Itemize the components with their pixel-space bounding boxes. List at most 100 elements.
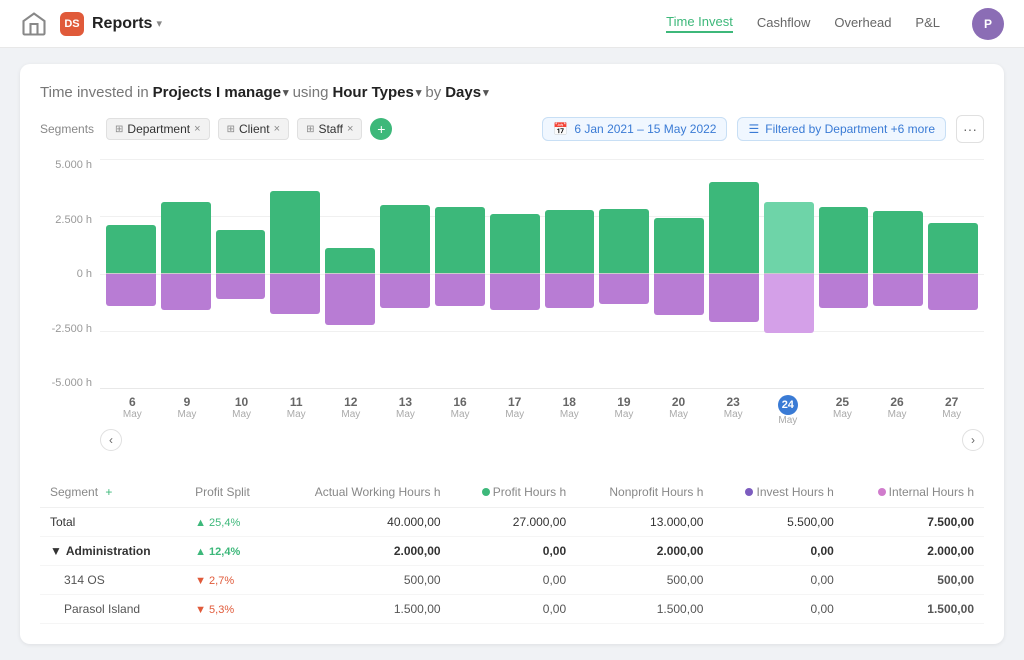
title-chevron-icon: ▾ [156, 17, 162, 30]
date-range-badge[interactable]: 📅 6 Jan 2021 – 15 May 2022 [542, 117, 727, 141]
th-profit-split: Profit Split [185, 477, 275, 508]
td-nonprofit-h: 500,00 [576, 566, 713, 595]
filters-row: Segments ⊞ Department × ⊞ Client × ⊞ Sta… [40, 115, 984, 143]
td-nonprofit-h: 13.000,00 [576, 508, 713, 537]
td-invest-h: 0,00 [713, 537, 843, 566]
prev-arrow-button[interactable]: ‹ [100, 429, 122, 451]
x-label-12: 12May [327, 395, 376, 420]
neg-bar-24 [764, 274, 814, 333]
projects-chevron-icon: ▾ [283, 86, 289, 99]
th-actual-hours: Actual Working Hours h [275, 477, 451, 508]
pos-bar-13 [380, 205, 430, 273]
td-internal-h: 2.000,00 [844, 537, 984, 566]
projects-label: Projects I manage [153, 84, 281, 101]
bar-group-12[interactable] [325, 159, 375, 388]
data-table: Segment + Profit Split Actual Working Ho… [40, 477, 984, 624]
y-label-0: 0 h [77, 268, 92, 280]
bar-group-23[interactable] [709, 159, 759, 388]
table-row: ▼Administration ▲ 12,4% 2.000,00 0,00 2.… [40, 537, 984, 566]
filter-chip-staff[interactable]: ⊞ Staff × [297, 118, 362, 140]
neg-bar-10 [216, 274, 266, 299]
neg-bar-25 [819, 274, 869, 308]
y-label-neg5000: -5.000 h [52, 377, 92, 389]
neg-bar-19 [599, 274, 649, 304]
bar-group-19[interactable] [599, 159, 649, 388]
neg-bar-13 [380, 274, 430, 308]
bar-group-20[interactable] [654, 159, 704, 388]
invest-hours-dot [745, 488, 753, 496]
x-label-17: 17May [490, 395, 539, 420]
table-row: 314 OS ▼ 2,7% 500,00 0,00 500,00 0,00 50… [40, 566, 984, 595]
pos-bar-6 [106, 225, 156, 273]
filter-chip-client[interactable]: ⊞ Client × [218, 118, 290, 140]
pos-bar-11 [270, 191, 320, 273]
department-close-icon[interactable]: × [194, 123, 200, 135]
td-segment: ▼Administration [40, 537, 185, 566]
pos-bar-26 [873, 211, 923, 273]
td-segment: Parasol Island [40, 595, 185, 624]
td-actual: 500,00 [275, 566, 451, 595]
pos-bar-27 [928, 223, 978, 273]
bar-group-25[interactable] [819, 159, 869, 388]
add-filter-button[interactable]: + [370, 118, 392, 140]
department-chip-label: Department [127, 122, 190, 136]
neg-bar-20 [654, 274, 704, 315]
x-label-19: 19May [600, 395, 649, 420]
td-invest-h: 0,00 [713, 595, 843, 624]
bar-group-13[interactable] [380, 159, 430, 388]
table-header-row: Segment + Profit Split Actual Working Ho… [40, 477, 984, 508]
table-body: Total ▲ 25,4% 40.000,00 27.000,00 13.000… [40, 508, 984, 624]
x-axis-labels: 6May9May10May11May12May13May16May17May18… [100, 389, 984, 429]
chart-area [100, 159, 984, 389]
page-title-row: Time invested in Projects I manage ▾ usi… [40, 84, 984, 101]
app-header: DS Reports ▾ Time Invest Cashflow Overhe… [0, 0, 1024, 48]
nav-time-invest[interactable]: Time Invest [666, 14, 733, 33]
bar-group-6[interactable] [106, 159, 156, 388]
bar-group-27[interactable] [928, 159, 978, 388]
nav-cashflow[interactable]: Cashflow [757, 15, 810, 32]
bar-group-10[interactable] [216, 159, 266, 388]
filter-chip-department[interactable]: ⊞ Department × [106, 118, 210, 140]
client-close-icon[interactable]: × [274, 123, 280, 135]
neg-bar-11 [270, 274, 320, 314]
internal-hours-dot [878, 488, 886, 496]
profit-hours-dot [482, 488, 490, 496]
filter-badge[interactable]: ☰ Filtered by Department +6 more [737, 117, 946, 141]
pos-bar-25 [819, 207, 869, 273]
bar-group-11[interactable] [270, 159, 320, 388]
avatar[interactable]: P [972, 8, 1004, 40]
pos-bar-23 [709, 182, 759, 273]
bar-group-17[interactable] [490, 159, 540, 388]
td-profit-split: ▲ 25,4% [185, 508, 275, 537]
td-profit-split: ▼ 2,7% [185, 566, 275, 595]
home-icon[interactable] [20, 10, 48, 38]
bar-group-26[interactable] [873, 159, 923, 388]
more-options-button[interactable]: ··· [956, 115, 984, 143]
bar-group-16[interactable] [435, 159, 485, 388]
days-dropdown[interactable]: Days ▾ [445, 84, 488, 101]
x-label-25: 25May [818, 395, 867, 420]
nav-overhead[interactable]: Overhead [834, 15, 891, 32]
th-invest-hours: Invest Hours h [713, 477, 843, 508]
hour-types-label: Hour Types [332, 84, 413, 101]
neg-bar-18 [545, 274, 595, 308]
bar-group-24[interactable] [764, 159, 814, 388]
table-row: Parasol Island ▼ 5,3% 1.500,00 0,00 1.50… [40, 595, 984, 624]
td-invest-h: 5.500,00 [713, 508, 843, 537]
staff-close-icon[interactable]: × [347, 123, 353, 135]
x-label-16: 16May [436, 395, 485, 420]
td-profit-h: 0,00 [451, 537, 577, 566]
pos-bar-17 [490, 214, 540, 273]
nav-pl[interactable]: P&L [915, 15, 940, 32]
td-internal-h: 7.500,00 [844, 508, 984, 537]
next-arrow-button[interactable]: › [962, 429, 984, 451]
hour-types-dropdown[interactable]: Hour Types ▾ [332, 84, 421, 101]
bar-group-9[interactable] [161, 159, 211, 388]
pos-bar-16 [435, 207, 485, 273]
filter-icon: ☰ [748, 122, 759, 136]
x-label-24: 24May [764, 395, 813, 426]
th-profit-hours: Profit Hours h [451, 477, 577, 508]
bar-group-18[interactable] [545, 159, 595, 388]
projects-dropdown[interactable]: Projects I manage ▾ [153, 84, 289, 101]
add-segment-icon[interactable]: + [105, 485, 112, 499]
